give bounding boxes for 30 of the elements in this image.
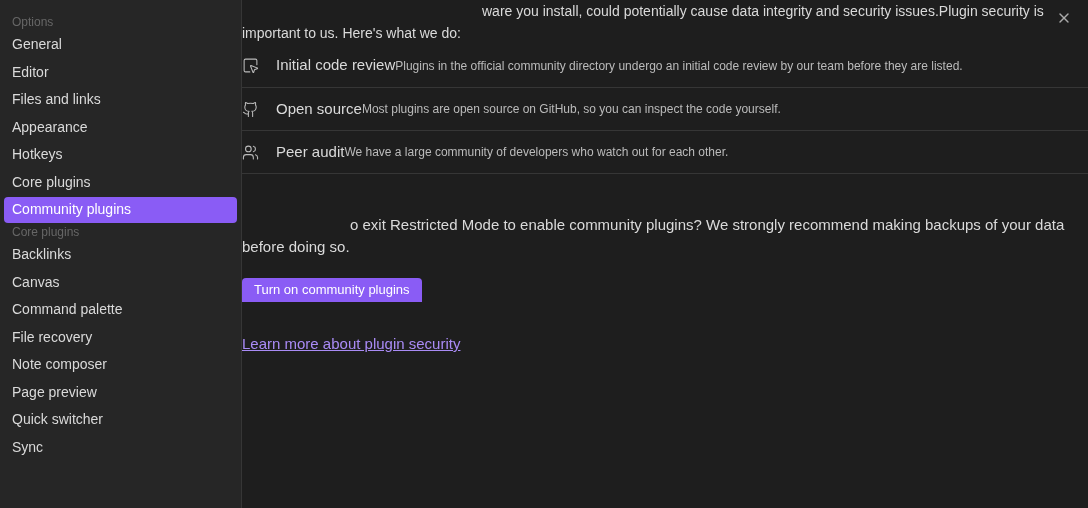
sidebar-item[interactable]: General	[4, 31, 237, 58]
sidebar-item[interactable]: Note composer	[4, 351, 237, 378]
turn-on-button[interactable]: Turn on community plugins	[242, 278, 422, 302]
users-icon	[242, 143, 259, 161]
sidebar-item[interactable]: Editor	[4, 59, 237, 85]
feature-description: We have a large community of developers who watch out for each other.	[344, 144, 729, 161]
sidebar-item[interactable]: Canvas	[4, 269, 237, 295]
feature-title: Peer audit	[276, 141, 345, 162]
feature-description: Most plugins are open source on GitHub, so you can inspect the code yourself.	[361, 101, 781, 118]
sidebar-item[interactable]: Quick switcher	[4, 406, 237, 433]
github-icon	[242, 100, 259, 118]
section-heading: Options	[11, 14, 55, 30]
question-text: o exit Restricted Mode to enable community plugins? We strongly recommend making backups of your data before doing so.	[242, 215, 1066, 257]
learn-more-link[interactable]: Learn more about plugin security	[242, 335, 461, 352]
feature-title: Open source	[276, 98, 362, 119]
sidebar-item[interactable]: Hotkeys	[4, 141, 237, 168]
sidebar-item[interactable]: File recovery	[4, 324, 237, 350]
sidebar-item[interactable]: Appearance	[4, 114, 237, 140]
sidebar-item[interactable]: Files and links	[4, 86, 237, 113]
feature-description: Plugins in the official community directory undergo an initial code review by our team before they are listed.	[395, 57, 963, 75]
sidebar-item[interactable]: Command palette	[4, 296, 237, 323]
sidebar-item[interactable]: Core plugins	[4, 169, 237, 195]
intro-text: ware you install, could potentially cause data integrity and security issues.Plugin security is important to us. Here's what we do:	[242, 2, 1045, 43]
sidebar-item[interactable]: Community plugins	[4, 196, 237, 223]
section-heading: Core plugins	[11, 224, 81, 240]
feature-title: Initial code review	[276, 55, 396, 76]
cursor-square-icon	[242, 57, 259, 74]
sidebar-item[interactable]: Page preview	[4, 379, 237, 405]
sidebar-item[interactable]: Backlinks	[4, 241, 237, 268]
sidebar-item[interactable]: Sync	[4, 434, 237, 460]
